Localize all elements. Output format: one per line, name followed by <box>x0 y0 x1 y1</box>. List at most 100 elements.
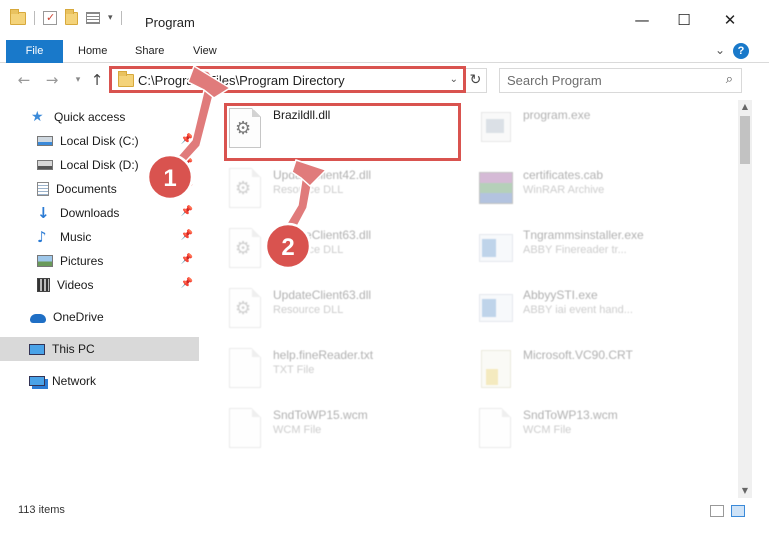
file-type: ABBY iai event hand... <box>523 304 633 316</box>
file-item[interactable]: SndToWP13.wcm WCM File <box>475 408 715 460</box>
search-box[interactable]: ⌕ <box>499 68 742 93</box>
sidebar-item-onedrive[interactable]: OneDrive <box>0 305 199 329</box>
dll-icon: ⚙ <box>225 228 265 272</box>
minimize-button[interactable]: — <box>634 12 650 28</box>
star-icon: ★ <box>31 109 44 125</box>
documents-icon <box>37 182 49 196</box>
sidebar-item-local-disk-c[interactable]: Local Disk (C:) 📌 <box>0 129 199 153</box>
maximize-button[interactable]: ☐ <box>676 12 692 28</box>
chevron-down-icon[interactable]: ▾ <box>108 13 113 23</box>
tab-view[interactable]: View <box>181 40 229 63</box>
navigation-pane: ★ Quick access Local Disk (C:) 📌 Local D… <box>0 100 207 498</box>
sidebar-item-network[interactable]: Network <box>0 369 199 393</box>
sidebar-item-music[interactable]: ♪ Music 📌 <box>0 225 199 249</box>
sidebar-item-downloads[interactable]: ↓ Downloads 📌 <box>0 201 199 225</box>
file-type: Resource DLL <box>273 184 344 196</box>
file-item[interactable]: certificates.cab WinRAR Archive <box>475 168 715 220</box>
sidebar-item-label: Downloads <box>60 206 120 220</box>
sidebar-item-quick-access[interactable]: ★ Quick access <box>0 105 199 129</box>
file-name: certificates.cab <box>523 168 604 182</box>
file-item[interactable]: SndToWP15.wcm WCM File <box>225 408 465 460</box>
sidebar-item-documents[interactable]: Documents 📌 <box>0 177 199 201</box>
title-bar: ✓ ▾ Program — ☐ ✕ <box>0 0 769 40</box>
back-arrow-icon[interactable]: ← <box>16 71 32 89</box>
download-icon: ↓ <box>37 204 50 222</box>
file-item[interactable]: ⚙ UpdateClient42.dll Resource DLL <box>225 168 465 220</box>
dll-icon: ⚙ <box>225 108 265 152</box>
drive-icon <box>37 160 53 170</box>
dll-icon: ⚙ <box>225 288 265 332</box>
app-icon <box>475 228 515 272</box>
address-path[interactable]: C:\Program Files\Program Directory <box>138 73 345 88</box>
forward-arrow-icon[interactable]: → <box>44 71 60 89</box>
folder-icon <box>475 348 515 392</box>
file-icon <box>225 408 265 452</box>
sidebar-item-label: Pictures <box>60 254 104 268</box>
file-type: Resource DLL <box>273 304 344 316</box>
sidebar-item-label: Videos <box>57 278 94 292</box>
large-icons-view-icon[interactable] <box>731 505 745 517</box>
folder-icon <box>10 8 26 25</box>
sidebar-item-label: This PC <box>52 342 95 356</box>
file-type: WCM File <box>523 424 572 436</box>
tab-share[interactable]: Share <box>123 40 176 63</box>
close-button[interactable]: ✕ <box>722 12 738 28</box>
ribbon-tabs: File Home Share View ⌄ ? <box>0 40 769 63</box>
quick-access-toolbar: ✓ ▾ <box>10 8 122 25</box>
file-item[interactable]: ⚙ UpdateClient63.dll Resource DLL <box>225 228 465 280</box>
exe-icon <box>475 108 515 152</box>
pin-icon[interactable]: 📌 <box>181 230 193 241</box>
pictures-icon <box>37 255 53 267</box>
expand-ribbon-icon[interactable]: ⌄ <box>715 43 725 57</box>
file-item[interactable]: ⚙ UpdateClient63.dll Resource DLL <box>225 288 465 340</box>
scroll-down-icon[interactable]: ▼ <box>738 484 752 498</box>
rename-icon[interactable] <box>86 12 100 24</box>
sidebar-item-local-disk-d[interactable]: Local Disk (D:) 📌 <box>0 153 199 177</box>
properties-icon[interactable]: ✓ <box>43 11 57 25</box>
details-view-icon[interactable] <box>710 505 724 517</box>
cloud-icon <box>30 314 46 323</box>
pin-icon[interactable]: 📌 <box>181 134 193 145</box>
file-list: ⚙ Brazildll.dll ⚙ UpdateClient42.dll Reso… <box>207 100 738 498</box>
up-arrow-icon[interactable]: ↑ <box>89 71 105 89</box>
chevron-down-icon[interactable]: ⌄ <box>450 74 458 85</box>
sidebar-item-label: Local Disk (C:) <box>60 134 139 148</box>
recent-locations-icon[interactable]: ▾ <box>70 71 86 89</box>
file-name: UpdateClient63.dll <box>273 288 372 302</box>
pin-icon[interactable]: 📌 <box>181 158 193 169</box>
file-item[interactable]: program.exe <box>475 108 715 160</box>
file-type: Resource DLL <box>273 244 344 256</box>
pin-icon[interactable]: 📌 <box>181 254 193 265</box>
file-name: program.exe <box>523 108 591 122</box>
tab-file[interactable]: File <box>6 40 63 63</box>
sidebar-item-this-pc[interactable]: This PC <box>0 337 199 361</box>
refresh-icon[interactable]: ↻ <box>464 69 486 92</box>
file-name: UpdateClient63.dll <box>273 228 372 242</box>
sidebar-item-label: Quick access <box>54 110 126 124</box>
address-bar[interactable]: C:\Program Files\Program Directory ⌄ ↻ <box>110 68 487 93</box>
help-icon[interactable]: ? <box>733 43 749 59</box>
file-item[interactable]: Tngrammsinstaller.exe ABBY Finereader tr.… <box>475 228 715 280</box>
search-input[interactable] <box>507 73 707 88</box>
drive-icon <box>37 136 53 146</box>
tab-home[interactable]: Home <box>66 40 119 63</box>
pin-icon[interactable]: 📌 <box>181 206 193 217</box>
file-item-brazildll[interactable]: ⚙ Brazildll.dll <box>225 108 465 160</box>
toolbar-divider <box>120 11 122 25</box>
computer-icon <box>29 343 45 355</box>
new-folder-icon[interactable] <box>65 8 78 25</box>
file-item[interactable]: help.fineReader.txt TXT File <box>225 348 465 400</box>
sidebar-item-videos[interactable]: Videos 📌 <box>0 273 199 297</box>
sidebar-item-pictures[interactable]: Pictures 📌 <box>0 249 199 273</box>
scroll-thumb[interactable] <box>740 116 750 164</box>
pin-icon[interactable]: 📌 <box>181 182 193 193</box>
file-type: ABBY Finereader tr... <box>523 244 627 256</box>
file-item[interactable]: AbbyySTI.exe ABBY iai event hand... <box>475 288 715 340</box>
vertical-scrollbar[interactable]: ▲ ▼ <box>738 100 752 498</box>
scroll-up-icon[interactable]: ▲ <box>738 100 752 114</box>
pin-icon[interactable]: 📌 <box>181 278 193 289</box>
text-file-icon <box>225 348 265 392</box>
folder-icon <box>118 71 134 87</box>
dll-icon: ⚙ <box>225 168 265 212</box>
file-item[interactable]: Microsoft.VC90.CRT <box>475 348 715 400</box>
